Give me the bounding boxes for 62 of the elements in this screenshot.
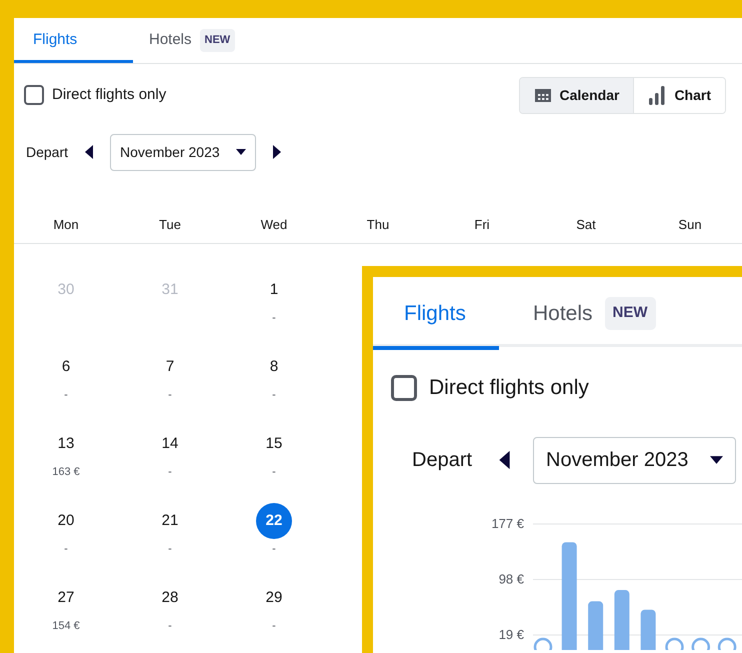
month-dropdown[interactable]: November 2023	[110, 134, 256, 170]
depart-label: Depart	[26, 142, 68, 162]
calendar-day[interactable]: 14	[162, 434, 178, 454]
day-price: -	[272, 465, 276, 480]
calendar-day[interactable]: 27	[58, 588, 74, 608]
day-price: 154 €	[52, 619, 80, 634]
calendar-day[interactable]: 15	[266, 434, 282, 454]
calendar-day[interactable]: 1	[270, 280, 278, 300]
day-price: -	[168, 619, 172, 634]
calendar-day[interactable]: 29	[266, 588, 282, 608]
day-price: -	[272, 542, 276, 557]
bar-chart-icon	[648, 85, 666, 105]
no-data-marker	[718, 638, 736, 650]
no-data-marker	[665, 638, 684, 650]
day-price: -	[168, 542, 172, 557]
axis-tick-label: 19 €	[498, 627, 524, 642]
weekday-label: Tue	[159, 216, 181, 234]
day-price: -	[272, 311, 276, 326]
no-data-marker	[534, 638, 552, 650]
day-price: -	[272, 619, 276, 634]
calendar-day[interactable]: 28	[162, 588, 178, 608]
calendar-day[interactable]: 20	[58, 511, 74, 531]
day-price: -	[168, 388, 172, 403]
calendar-day[interactable]: 7	[166, 357, 174, 377]
new-badge: NEW	[200, 29, 236, 52]
month-dropdown[interactable]: November 2023	[533, 436, 736, 484]
depart-label: Depart	[412, 448, 472, 473]
previous-month-arrow[interactable]	[84, 145, 94, 159]
tab[interactable]: Hotels NEW	[499, 277, 656, 350]
day-price: -	[64, 542, 68, 557]
weekday-label: Mon	[53, 216, 79, 234]
checkbox[interactable]	[391, 374, 417, 400]
view-calendar-button[interactable]: Calendar	[520, 78, 634, 112]
checkbox-label: Direct flights only	[429, 374, 589, 401]
axis-tick-label: 98 €	[498, 572, 524, 586]
no-data-marker	[692, 638, 710, 650]
weekday-label: Fri	[474, 216, 490, 234]
previous-month-arrow[interactable]	[498, 450, 512, 470]
new-badge: NEW	[604, 297, 656, 330]
calendar-day[interactable]: 13	[58, 434, 74, 454]
weekday-label: Sun	[678, 216, 702, 234]
dropdown-caret-icon	[710, 456, 724, 464]
next-month-arrow[interactable]	[272, 145, 282, 159]
day-price: -	[168, 465, 172, 480]
calendar-icon	[534, 87, 552, 103]
tab[interactable]: Hotels NEW	[133, 18, 256, 63]
day-price: -	[64, 388, 68, 403]
calendar-day[interactable]: 8	[270, 357, 278, 377]
axis-tick-label: 177 €	[491, 516, 524, 531]
selected-day[interactable]: 22	[256, 503, 292, 539]
weekday-label: Thu	[366, 216, 390, 234]
dropdown-caret-icon	[236, 149, 246, 155]
tab[interactable]: Flights	[373, 277, 499, 350]
checkbox[interactable]	[24, 85, 44, 105]
calendar-day[interactable]: 6	[62, 357, 70, 377]
checkbox-label: Direct flights only	[52, 84, 166, 105]
weekday-label: Sat	[576, 216, 596, 234]
calendar-day[interactable]: 21	[162, 511, 178, 531]
day-price: -	[272, 388, 276, 403]
weekday-label: Wed	[260, 216, 288, 234]
tab[interactable]: Flights	[14, 18, 133, 63]
day-price: 163 €	[52, 465, 80, 480]
